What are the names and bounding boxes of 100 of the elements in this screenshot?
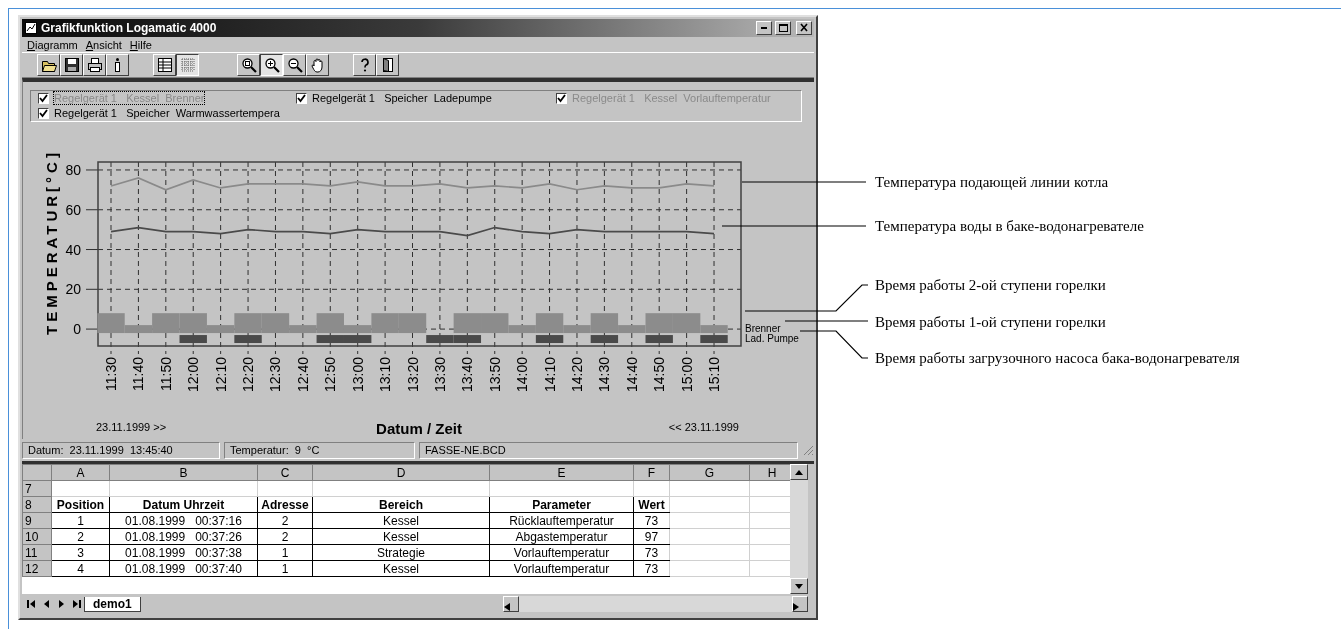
last-icon xyxy=(72,599,81,609)
table-cell: Rücklauftemperatur xyxy=(489,512,634,529)
app-icon xyxy=(24,21,38,35)
maximize-button[interactable] xyxy=(775,21,791,35)
zoom-out-button[interactable] xyxy=(283,54,306,76)
column-header[interactable]: B xyxy=(109,464,258,481)
table-cell: Vorlauftemperatur xyxy=(489,560,634,577)
checkbox[interactable] xyxy=(296,92,307,104)
table-cell: 3 xyxy=(51,544,110,561)
axis-tick-label: 14:20 xyxy=(568,356,585,392)
axis-tick-label: 80 xyxy=(65,161,81,178)
callout-text: Время работы 2-ой ступени горелки xyxy=(875,276,1106,295)
axis-tick-label: 14:00 xyxy=(514,356,531,392)
axis-tick-label: 12:00 xyxy=(185,356,202,392)
axis-tick-label: 11:40 xyxy=(130,356,147,391)
axis-title: TEMPERATUR[°C] xyxy=(43,148,60,335)
table-cell: Kessel xyxy=(312,528,490,545)
status-field: Temperatur: 9 °C xyxy=(224,441,415,459)
callout-text: Температура воды в баке-водонагревателе xyxy=(875,217,1144,236)
save-button[interactable] xyxy=(60,54,83,76)
table-cell: Vorlauftemperatur xyxy=(489,544,634,561)
horizontal-scrollbar[interactable] xyxy=(503,596,808,612)
axis-tick-label: 0 xyxy=(73,320,81,337)
leader-line xyxy=(799,330,869,359)
axis-tick-label: 15:00 xyxy=(678,356,695,392)
track-label: Brenner xyxy=(745,322,781,334)
axis-tick-label: 12:20 xyxy=(240,356,257,392)
column-header[interactable]: F xyxy=(633,464,670,481)
column-header[interactable]: D xyxy=(312,464,490,481)
axis-tick-label: 13:00 xyxy=(349,356,366,392)
table-cell: 1 xyxy=(257,560,313,577)
maximize-icon xyxy=(778,23,788,33)
first-icon xyxy=(27,599,36,609)
axis-tick-label: 13:50 xyxy=(486,356,503,392)
printer-icon xyxy=(86,57,103,73)
table-icon xyxy=(156,57,173,73)
open-button[interactable] xyxy=(37,54,60,76)
callout-text: Время работы 1-ой ступени горелки xyxy=(875,313,1106,332)
table-cell: 01.08.1999 00:37:38 xyxy=(109,544,258,561)
up-arrow-icon xyxy=(795,469,803,475)
date-label: << 23.11.1999 xyxy=(668,420,739,433)
print-button[interactable] xyxy=(83,54,106,76)
zoom-out-icon xyxy=(286,57,303,73)
close-button[interactable] xyxy=(796,21,812,35)
menu-item[interactable]: Ansicht xyxy=(85,38,122,51)
table-cell: Kessel xyxy=(312,512,490,529)
checkbox[interactable] xyxy=(556,92,567,104)
axis-tick-label: 14:40 xyxy=(623,356,640,392)
table-cell: Adresse xyxy=(257,496,313,513)
table-view-button[interactable] xyxy=(153,54,176,76)
table-cell: 2 xyxy=(51,528,110,545)
column-header[interactable]: G xyxy=(669,464,750,481)
window-title: Grafikfunktion Logamatic 4000 xyxy=(41,21,218,35)
legend-label[interactable]: Regelgerät 1 Speicher Warmwassertempera xyxy=(53,106,281,121)
axis-tick-label: 13:30 xyxy=(431,356,448,392)
axis-tick-label: 40 xyxy=(65,241,81,258)
floppy-icon xyxy=(63,57,80,73)
table-cell: Kessel xyxy=(312,560,490,577)
axis-tick-label: 14:50 xyxy=(651,356,668,392)
axis-tick-label: 12:50 xyxy=(322,356,339,392)
legend-label[interactable]: Regelgerät 1 Speicher Ladepumpe xyxy=(311,91,493,106)
menu-item[interactable]: Hilfe xyxy=(129,38,152,51)
help-button[interactable] xyxy=(353,54,376,76)
column-header[interactable]: H xyxy=(749,464,790,481)
table-cell: Position xyxy=(51,496,110,513)
menu-item[interactable]: Diagramm xyxy=(27,38,78,51)
sheet-tab[interactable]: demo1 xyxy=(84,596,141,612)
vertical-scrollbar[interactable] xyxy=(790,464,808,594)
info-icon xyxy=(115,58,120,72)
table-cell: Parameter xyxy=(489,496,634,513)
axis-tick-label: 11:30 xyxy=(103,356,119,391)
left-arrow-icon xyxy=(504,603,510,611)
column-header[interactable]: E xyxy=(489,464,634,481)
column-header[interactable]: A xyxy=(51,464,110,481)
callout-text: Время работы загрузочного насоса бака-водонагревателя xyxy=(875,349,1240,368)
magnifier-icon xyxy=(240,57,257,73)
axis-tick-label: 14:10 xyxy=(541,356,558,392)
table-cell: 2 xyxy=(257,528,313,545)
checkbox[interactable] xyxy=(38,107,49,119)
right-arrow-icon xyxy=(57,599,66,609)
zoom-in-button[interactable] xyxy=(260,54,283,76)
column-header[interactable]: C xyxy=(257,464,313,481)
axis-tick-label: 14:30 xyxy=(596,356,613,392)
axis-tick-label: 13:40 xyxy=(459,356,476,392)
left-arrow-icon xyxy=(42,599,51,609)
table-cell: 1 xyxy=(51,512,110,529)
checkbox[interactable] xyxy=(38,92,49,104)
table-cell: 2 xyxy=(257,512,313,529)
axis-tick-label: 11:50 xyxy=(157,356,174,391)
axis-tick-label: 12:30 xyxy=(267,356,284,392)
table-cell: Abgastemperatur xyxy=(489,528,634,545)
grid-button[interactable] xyxy=(176,54,199,76)
exit-button[interactable] xyxy=(376,54,399,76)
minimize-icon xyxy=(761,27,767,29)
table-cell: 01.08.1999 00:37:16 xyxy=(109,512,258,529)
axis-tick-label: 20 xyxy=(65,280,81,297)
minimize-button[interactable] xyxy=(756,21,772,35)
pan-button[interactable] xyxy=(306,54,329,76)
zoom-fit-button[interactable] xyxy=(237,54,260,76)
info-button[interactable] xyxy=(106,54,129,76)
